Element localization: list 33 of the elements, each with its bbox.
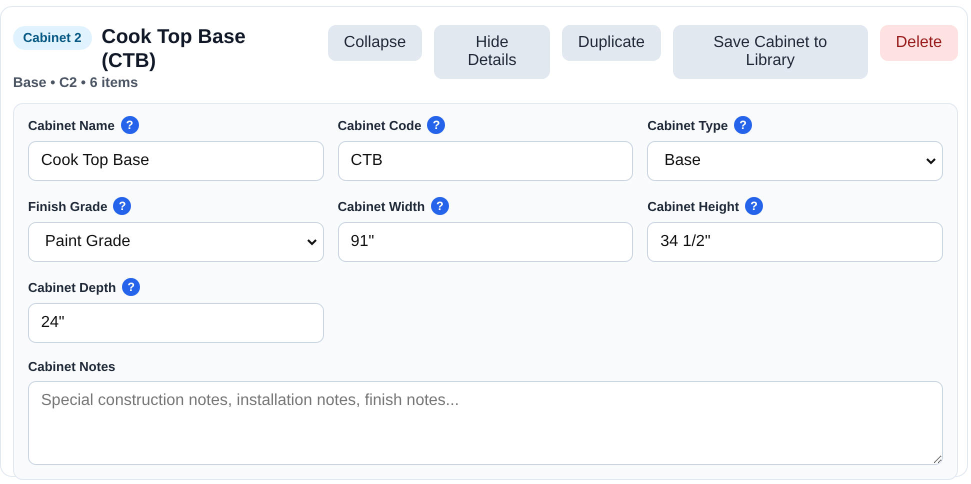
field-label: Cabinet Name bbox=[28, 118, 115, 132]
chevron-icon bbox=[306, 238, 317, 246]
notes-field[interactable]: Special construction notes, installation notes, finish notes... bbox=[28, 381, 943, 465]
action-button[interactable]: Save Cabinet to Library bbox=[672, 25, 868, 79]
field-label: Cabinet Width bbox=[338, 198, 425, 214]
input-field[interactable]: 24" bbox=[28, 303, 324, 343]
action-button[interactable]: Hide Details bbox=[434, 25, 550, 79]
action-button[interactable]: Duplicate bbox=[562, 25, 661, 61]
field-label: Finish Grade bbox=[28, 198, 108, 214]
cabinet-summary: Base • C2 • 6 items bbox=[13, 74, 139, 90]
field-label: Cabinet Height bbox=[647, 198, 740, 214]
field-label: Cabinet Notes bbox=[28, 359, 116, 374]
input-field[interactable]: CTB bbox=[338, 141, 634, 181]
input-field[interactable]: Cook Top Base bbox=[28, 141, 324, 181]
select-field[interactable]: Base bbox=[647, 141, 943, 181]
action-button[interactable]: Collapse bbox=[328, 25, 422, 61]
field-label: Cabinet Code bbox=[338, 118, 422, 132]
input-field[interactable]: 34 1/2" bbox=[647, 222, 943, 262]
help-icon[interactable]: ? bbox=[430, 197, 449, 215]
help-icon[interactable]: ? bbox=[122, 278, 140, 296]
field-label: Cabinet Depth bbox=[28, 280, 116, 294]
help-icon[interactable]: ? bbox=[745, 197, 764, 215]
chevron-icon bbox=[926, 158, 936, 164]
help-icon[interactable]: ? bbox=[120, 116, 139, 134]
help-icon[interactable]: ? bbox=[427, 116, 446, 134]
delete-button[interactable]: Delete bbox=[880, 25, 958, 61]
cabinet-title: Cook Top Base (CTB) bbox=[102, 25, 247, 73]
help-icon[interactable]: ? bbox=[734, 116, 752, 134]
cabinet-badge: Cabinet 2 bbox=[13, 26, 92, 50]
select-field[interactable]: Paint Grade bbox=[28, 222, 324, 262]
input-field[interactable]: 91" bbox=[338, 222, 634, 262]
help-icon[interactable]: ? bbox=[113, 197, 132, 215]
field-label: Cabinet Type bbox=[647, 118, 728, 132]
